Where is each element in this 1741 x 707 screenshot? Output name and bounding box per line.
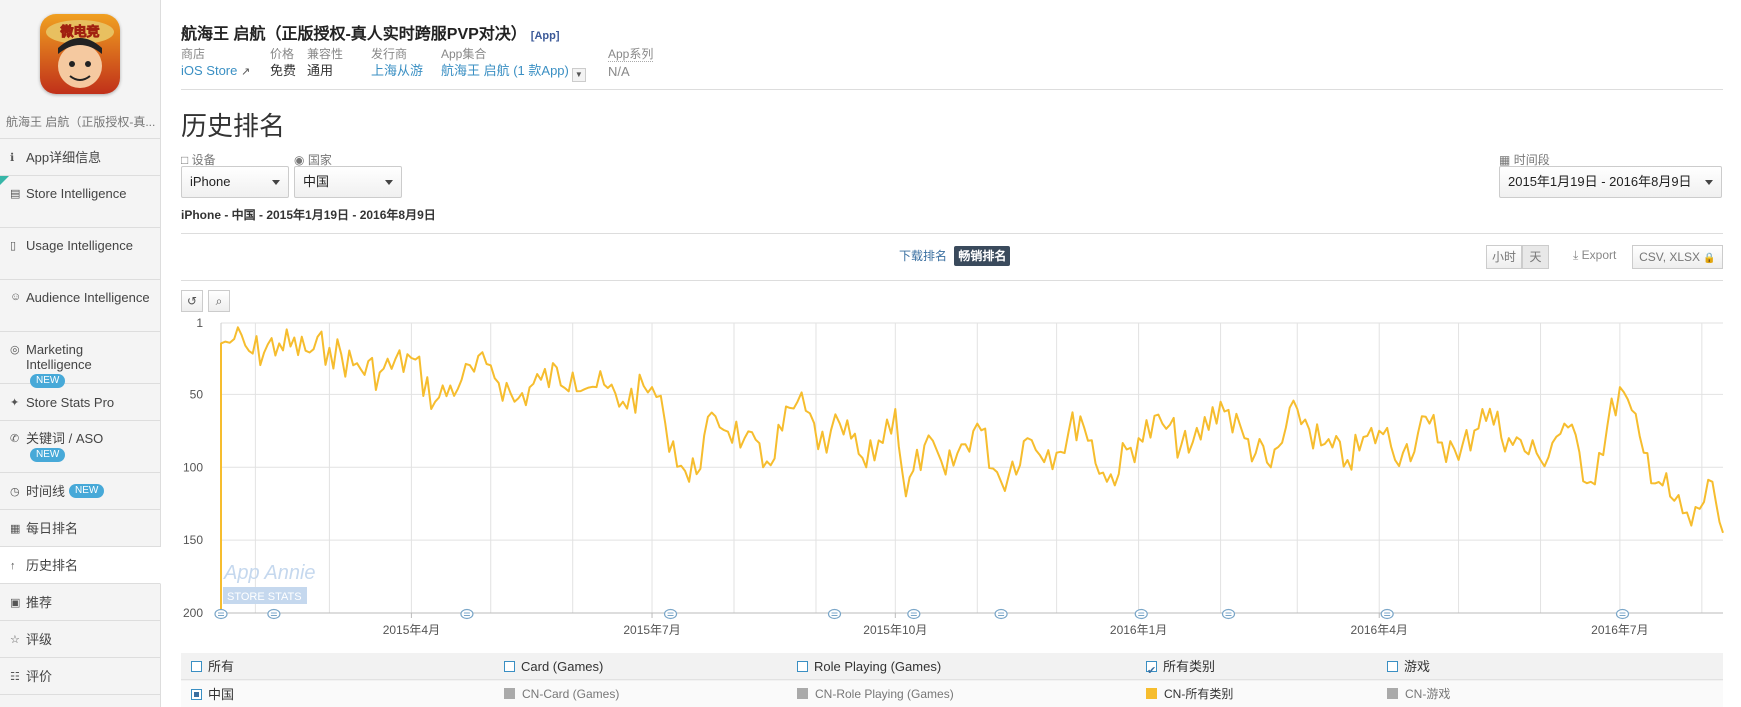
legend-swatch [1146, 688, 1157, 699]
legend-series-1[interactable]: CN-Card (Games) [504, 681, 619, 707]
watermark-text: App Annie [223, 562, 316, 584]
legend-series-label: CN-所有类别 [1164, 687, 1234, 701]
legend-series-0[interactable]: 中国 [191, 681, 234, 707]
legend-category-3[interactable]: 所有类别 [1146, 653, 1216, 685]
comment-marker-icon [994, 608, 1008, 620]
legend-category-0[interactable]: 所有 [191, 653, 234, 680]
radio-selected-icon [191, 689, 202, 700]
legend-swatch [797, 688, 808, 699]
legend-series-3[interactable]: CN-所有类别 [1146, 681, 1233, 707]
comment-marker-icon [1134, 608, 1148, 620]
legend-swatch [1387, 688, 1398, 699]
legend-category-2[interactable]: Role Playing (Games) [797, 653, 941, 680]
legend-series-row: 中国 CN-Card (Games) CN-Role Playing (Games)… [181, 681, 1723, 707]
y-tick-label: 50 [190, 387, 204, 401]
y-tick-label: 150 [183, 533, 203, 547]
legend-category-label: 所有 [208, 659, 235, 674]
y-tick-label: 100 [183, 460, 203, 474]
comment-marker-icon [827, 608, 842, 620]
legend-category-label: 游戏 [1404, 659, 1431, 674]
comment-marker-icon [267, 608, 281, 620]
rank-history-chart: 1501001502002015年4月 2015年7月 2015年10月 2016年1… [183, 316, 1724, 637]
comment-marker-icon [1615, 608, 1630, 620]
y-tick-label: 1 [196, 316, 203, 330]
legend-series-label: CN-Role Playing (Games) [815, 687, 954, 701]
legend-category-row: 所有 Card (Games) Role Playing (Games) 所有类别 游戏 [181, 653, 1723, 685]
legend-series-4[interactable]: CN-游戏 [1387, 681, 1450, 707]
legend-category-label: Role Playing (Games) [814, 659, 942, 674]
comment-marker-icon [1221, 608, 1236, 620]
x-tick-label: 2016年7月 [1591, 623, 1648, 637]
checkbox-icon[interactable] [797, 661, 808, 672]
comment-marker-icon [663, 608, 678, 620]
checkbox-icon[interactable] [191, 661, 202, 672]
legend-series-label: CN-Card (Games) [522, 687, 620, 701]
legend-category-label: 所有类别 [1163, 659, 1216, 674]
comment-marker-icon [1380, 608, 1394, 620]
x-tick-label: 2015年10月 [863, 623, 927, 637]
watermark-subtext: STORE STATS [227, 591, 302, 603]
x-tick-label: 2015年7月 [623, 623, 680, 637]
chart-legend: 所有 Card (Games) Role Playing (Games) 所有类别 游戏… [181, 653, 1723, 707]
checkbox-icon[interactable] [1387, 661, 1398, 672]
x-tick-label: 2016年4月 [1351, 623, 1408, 637]
comment-marker-icon [460, 608, 474, 620]
legend-category-4[interactable]: 游戏 [1387, 653, 1430, 680]
legend-category-1[interactable]: Card (Games) [504, 653, 603, 680]
legend-series-label: 中国 [208, 687, 235, 702]
legend-swatch [504, 688, 515, 699]
y-tick-label: 200 [183, 606, 203, 620]
legend-series-2[interactable]: CN-Role Playing (Games) [797, 681, 954, 707]
comment-marker-icon [214, 608, 228, 620]
legend-series-label: CN-游戏 [1405, 687, 1451, 701]
comment-marker-icon [907, 608, 921, 620]
x-tick-label: 2016年1月 [1110, 623, 1167, 637]
checkbox-icon[interactable] [504, 661, 515, 672]
plot-area [221, 323, 1723, 613]
x-tick-label: 2015年4月 [383, 623, 440, 637]
checkbox-checked-icon[interactable] [1146, 658, 1157, 685]
legend-category-label: Card (Games) [521, 659, 604, 674]
